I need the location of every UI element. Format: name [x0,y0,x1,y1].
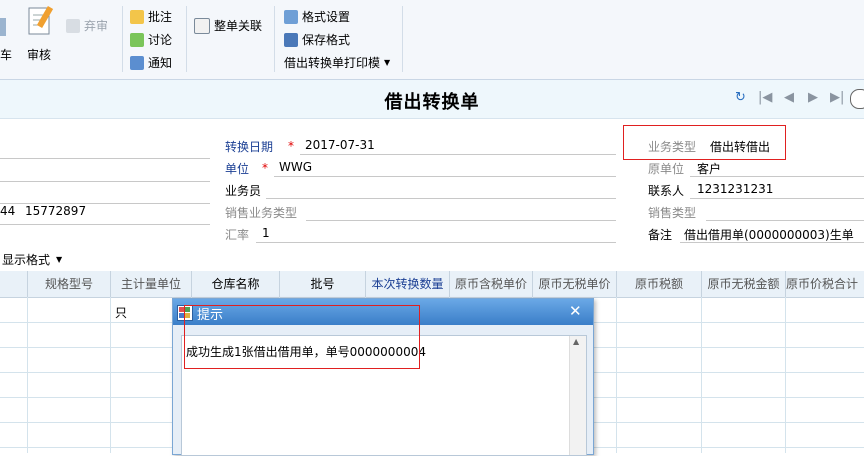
required-mark: * [262,161,268,175]
annotate-icon [130,9,144,24]
col-price-tax[interactable]: 原币含税单价 [450,271,533,298]
col-batch[interactable]: 批号 [280,271,366,298]
link-icon [194,17,210,34]
chevron-down-icon: ▼ [56,255,63,264]
col-spec[interactable]: 规格型号 [28,271,111,298]
scroll-up-icon[interactable]: ▲ [573,337,579,346]
audit-label: 审核 [27,48,52,62]
rate-label: 汇率 [225,228,250,242]
print-template-select[interactable]: 借出转换单打印模 ▼ [284,54,390,71]
salesman-field[interactable] [266,198,616,199]
first-page-icon[interactable]: |◀ [758,90,772,105]
discuss-button[interactable]: 讨论 [130,31,172,48]
notify-button[interactable]: 通知 [130,54,172,71]
grid-toolbar: 显示格式 ▼ [0,248,864,270]
partial-icon [0,18,6,36]
save-format-icon [284,32,298,47]
unit-field[interactable]: WWG [279,160,312,174]
notify-label: 通知 [148,56,173,70]
salesman-label: 业务员 [225,184,262,198]
prompt-dialog: 提示 ✕ 成功生成1张借出借用单，单号0000000004 ▲ [172,298,594,456]
search-icon[interactable] [850,89,864,109]
contact-label: 联系人 [648,184,685,198]
highlight-box [623,125,786,160]
scrollbar[interactable]: ▲ [569,336,586,455]
col-total[interactable]: 原币价税合计 [786,271,864,298]
save-format-button[interactable]: 保存格式 [284,31,350,48]
document-title-bar: 借出转换单 ↻ |◀ ◀ ▶ ▶| [0,80,864,119]
display-format-button[interactable]: 显示格式 ▼ [2,251,62,268]
last-page-icon[interactable]: ▶| [830,90,844,105]
annotate-label: 批注 [148,10,173,24]
next-page-icon[interactable]: ▶ [808,90,818,105]
discuss-icon [130,32,144,47]
format-settings-label: 格式设置 [302,10,351,24]
annotate-button[interactable]: 批注 [130,8,172,25]
rate-field[interactable]: 1 [262,226,270,240]
whole-link-button[interactable]: 整单关联 [194,17,262,34]
refresh-icon[interactable]: ↻ [735,90,746,105]
col-main-unit[interactable]: 主计量单位 [111,271,192,298]
row1-unit-cell[interactable]: 只 [115,304,127,321]
col-price-notax[interactable]: 原币无税单价 [533,271,617,298]
col-tax[interactable]: 原币税额 [617,271,702,298]
print-template-label: 借出转换单打印模 [284,56,381,70]
orig-unit-field[interactable]: 客户 [697,160,721,177]
chevron-down-icon: ▼ [384,58,391,67]
abandon-label: 弃审 [84,19,109,33]
convert-date-label: 转换日期 [225,140,274,154]
display-format-label: 显示格式 [2,253,51,267]
abandon-icon [66,18,80,33]
col-convert-qty[interactable]: 本次转换数量 [366,271,450,298]
highlight-box [184,305,420,369]
sale-type-field[interactable] [706,220,864,221]
col-warehouse[interactable]: 仓库名称 [192,271,280,298]
sales-type-label: 销售业务类型 [225,206,298,220]
remark-field[interactable]: 借出借用单(0000000003)生单 [684,226,854,243]
sales-type-field[interactable] [306,220,616,221]
notify-icon [130,55,144,70]
unit-label: 单位 [225,162,250,176]
left-fragment-value-2: 15772897 [25,204,87,218]
orig-unit-label: 原单位 [648,162,685,176]
audit-button[interactable]: 审核 [22,4,60,66]
left-fragment-value-1: 44 [0,204,16,218]
contact-field[interactable]: 1231231231 [697,182,773,196]
ribbon-toolbar: 车 审核 弃审 批注 讨论 通知 整单关联 格式设置 保存格式 借出转换单打印模… [0,0,864,80]
required-mark: * [288,139,294,153]
whole-link-label: 整单关联 [214,19,263,33]
header-form: 44 15772897 转换日期 * 2017-07-31 单位 * WWG 业… [0,119,864,247]
format-settings-icon [284,9,298,24]
discuss-label: 讨论 [148,33,173,47]
save-format-label: 保存格式 [302,33,351,47]
convert-date-field[interactable]: 2017-07-31 [305,138,375,152]
col-amount-notax[interactable]: 原币无税金额 [702,271,786,298]
sale-type-label: 销售类型 [648,206,697,220]
remark-label: 备注 [648,228,673,242]
close-icon[interactable]: ✕ [569,302,582,320]
audit-icon [28,5,54,35]
left-fragment-label: 车 [0,48,13,62]
abandon-audit-button[interactable]: 弃审 [66,17,108,34]
prev-page-icon[interactable]: ◀ [784,90,794,105]
grid-header-blank [0,271,28,298]
format-settings-button[interactable]: 格式设置 [284,8,350,25]
